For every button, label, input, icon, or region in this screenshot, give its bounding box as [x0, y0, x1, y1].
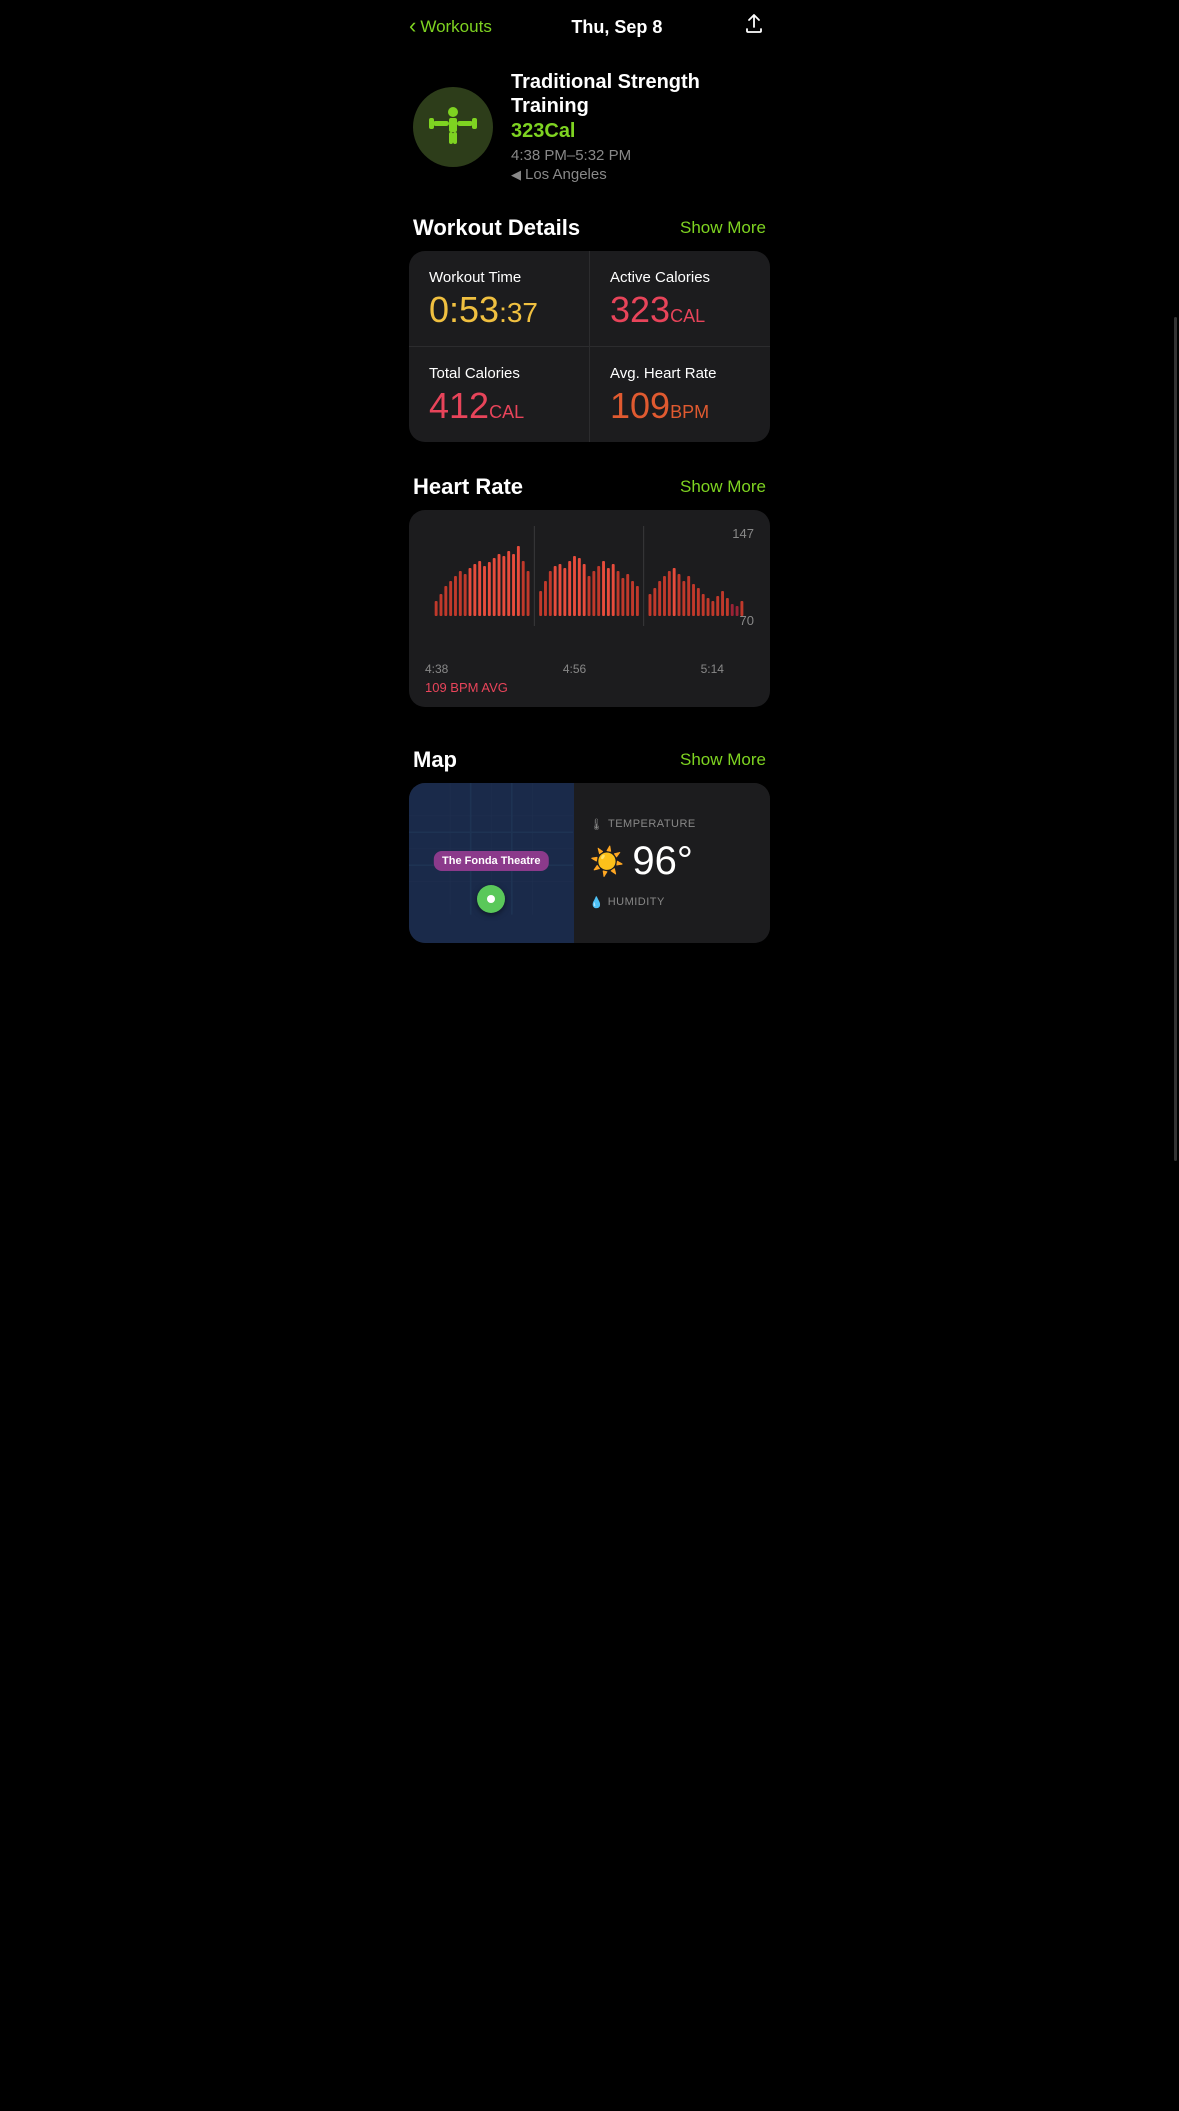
- workout-info: Traditional Strength Training 323Cal 4:3…: [393, 54, 786, 203]
- venue-label: The Fonda Theatre: [434, 851, 548, 871]
- thermometer-icon: 🌡: [590, 818, 604, 831]
- workout-time-seconds: :37: [499, 297, 538, 328]
- hr-avg-label: 109 BPM AVG: [425, 680, 754, 695]
- scrollbar[interactable]: [1174, 317, 1177, 1161]
- workout-time-cell: Workout Time 0:53:37: [409, 251, 590, 346]
- temperature-value: 96°: [632, 839, 693, 884]
- heart-rate-title: Heart Rate: [413, 474, 523, 500]
- avg-heart-rate-cell: Avg. Heart Rate 109BPM: [590, 347, 770, 442]
- hr-time-mid2: 5:14: [701, 662, 724, 676]
- workout-name: Traditional Strength Training: [511, 70, 766, 118]
- total-calories-value: 412CAL: [429, 388, 569, 424]
- map-section: Map Show More The Fonda Theatre: [393, 735, 786, 943]
- active-calories-unit: CAL: [670, 306, 705, 326]
- total-calories-unit: CAL: [489, 402, 524, 422]
- total-calories-cell: Total Calories 412CAL: [409, 347, 590, 442]
- stats-card: Workout Time 0:53:37 Active Calories 323…: [409, 251, 770, 442]
- hr-min-label: 70: [740, 613, 754, 628]
- map-pin: [477, 885, 505, 913]
- workout-calories: 323Cal: [511, 120, 766, 143]
- humidity-icon: 💧: [590, 896, 604, 909]
- location-name: Los Angeles: [525, 166, 607, 183]
- heart-rate-card: 147: [409, 510, 770, 707]
- header: ‹ Workouts Thu, Sep 8: [393, 0, 786, 54]
- humidity-label: 💧 HUMIDITY: [590, 896, 755, 909]
- hr-chart-svg: [425, 526, 754, 626]
- workout-details: Traditional Strength Training 323Cal 4:3…: [511, 70, 766, 183]
- back-button[interactable]: ‹ Workouts: [409, 17, 492, 37]
- avg-heart-rate-value: 109BPM: [610, 388, 750, 424]
- venue-name: The Fonda Theatre: [442, 855, 540, 867]
- map-header: Map Show More: [393, 735, 786, 783]
- hr-time-labels: 4:38 4:56 5:14: [425, 662, 754, 676]
- location-arrow-icon: ◀: [511, 167, 521, 183]
- temperature-label: 🌡 TEMPERATURE: [590, 818, 755, 831]
- active-calories-label: Active Calories: [610, 269, 750, 286]
- active-calories-number: 323: [610, 289, 670, 330]
- stats-row-bottom: Total Calories 412CAL Avg. Heart Rate 10…: [409, 347, 770, 442]
- sun-icon: ☀️: [590, 845, 625, 878]
- temperature-label-text: TEMPERATURE: [608, 818, 696, 830]
- active-calories-cell: Active Calories 323CAL: [590, 251, 770, 346]
- hr-time-mid1: 4:56: [563, 662, 586, 676]
- avg-heart-rate-label: Avg. Heart Rate: [610, 365, 750, 382]
- strength-training-icon: [427, 101, 479, 153]
- workout-time-range: 4:38 PM–5:32 PM: [511, 147, 766, 164]
- workout-type-icon: [413, 87, 493, 167]
- workout-time-label: Workout Time: [429, 269, 569, 286]
- avg-heart-rate-number: 109: [610, 385, 670, 426]
- header-title: Thu, Sep 8: [571, 17, 662, 38]
- workout-time-main: 0:53: [429, 289, 499, 330]
- avg-heart-rate-unit: BPM: [670, 402, 709, 422]
- weather-panel: 🌡 TEMPERATURE ☀️ 96° 💧 HUMIDITY: [574, 783, 771, 943]
- back-label: Workouts: [420, 17, 492, 37]
- back-chevron-icon: ‹: [409, 15, 416, 37]
- map-title: Map: [413, 747, 457, 773]
- workout-details-show-more[interactable]: Show More: [680, 218, 766, 238]
- share-button[interactable]: [742, 12, 766, 42]
- workout-time-value: 0:53:37: [429, 292, 569, 328]
- share-icon: [742, 12, 766, 36]
- humidity-label-text: HUMIDITY: [608, 896, 665, 908]
- stats-row-top: Workout Time 0:53:37 Active Calories 323…: [409, 251, 770, 347]
- total-calories-label: Total Calories: [429, 365, 569, 382]
- workout-location: ◀ Los Angeles: [511, 166, 766, 183]
- workout-details-header: Workout Details Show More: [393, 203, 786, 251]
- workout-details-title: Workout Details: [413, 215, 580, 241]
- map-view: The Fonda Theatre: [409, 783, 574, 943]
- hr-time-start: 4:38: [425, 662, 448, 676]
- total-calories-number: 412: [429, 385, 489, 426]
- weather-temperature: ☀️ 96°: [590, 839, 755, 884]
- active-calories-value: 323CAL: [610, 292, 750, 328]
- hr-max-label: 147: [732, 526, 754, 541]
- heart-rate-chart: 147: [425, 526, 754, 656]
- heart-rate-show-more[interactable]: Show More: [680, 477, 766, 497]
- heart-rate-header: Heart Rate Show More: [393, 462, 786, 510]
- map-show-more[interactable]: Show More: [680, 750, 766, 770]
- map-card[interactable]: The Fonda Theatre 🌡 TEMPERATURE ☀️ 96° 💧…: [409, 783, 770, 943]
